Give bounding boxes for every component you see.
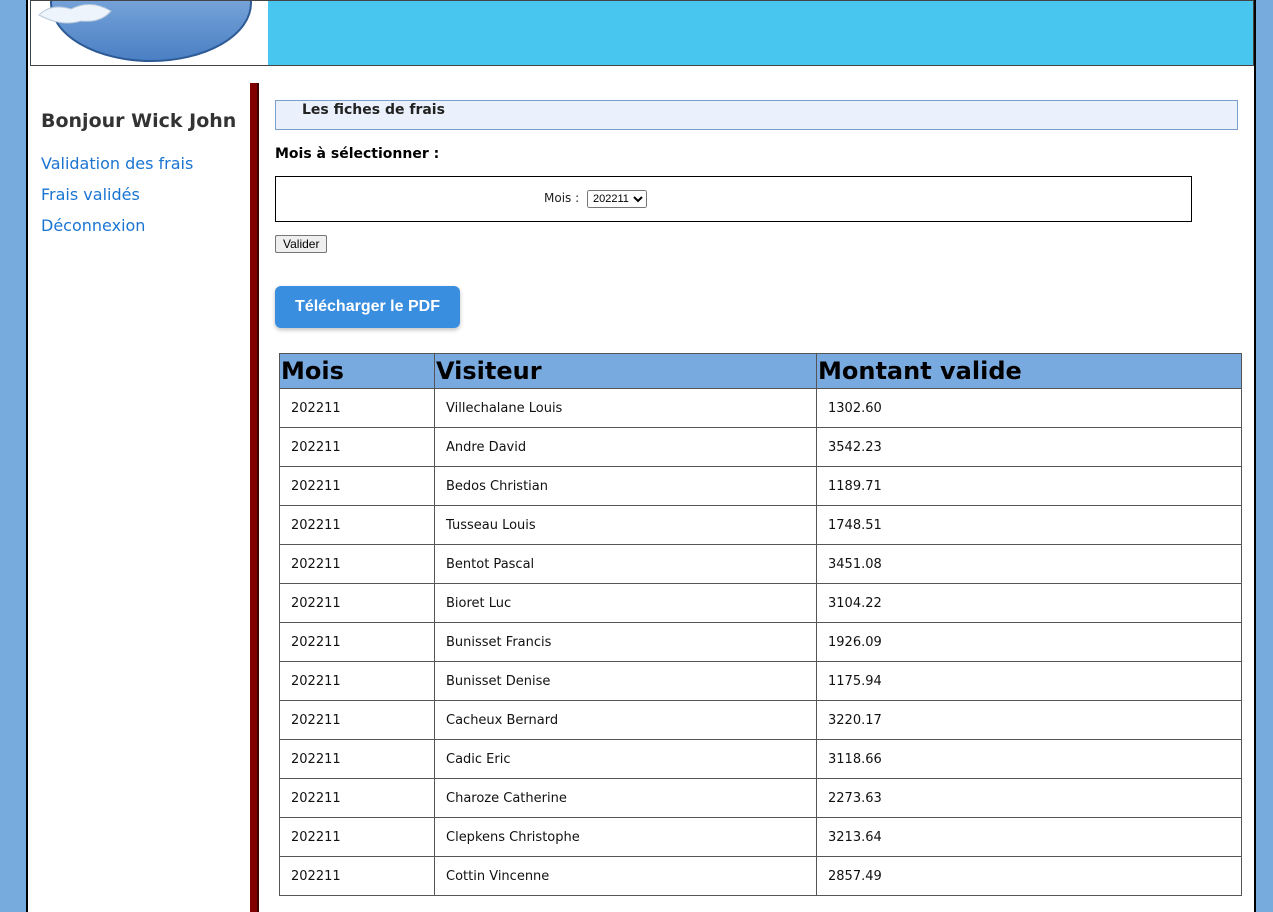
cell-visiteur: Charoze Catherine — [434, 778, 817, 818]
cell-montant: 2857.49 — [816, 856, 1242, 896]
nav-deconnexion[interactable]: Déconnexion — [41, 215, 241, 236]
table-row: 202211 Andre David 3542.23 — [279, 427, 1242, 467]
frais-table: Mois Visiteur Montant valide 202211 Ville… — [279, 353, 1242, 896]
nav-frais-valides[interactable]: Frais validés — [41, 184, 241, 205]
cell-visiteur: Villechalane Louis — [434, 388, 817, 428]
cell-mois: 202211 — [279, 544, 435, 584]
cell-montant: 3213.64 — [816, 817, 1242, 857]
cell-mois: 202211 — [279, 583, 435, 623]
cell-montant: 3451.08 — [816, 544, 1242, 584]
table-row: 202211 Bedos Christian 1189.71 — [279, 466, 1242, 506]
table-row: 202211 Cacheux Bernard 3220.17 — [279, 700, 1242, 740]
cell-visiteur: Cacheux Bernard — [434, 700, 817, 740]
cell-visiteur: Cottin Vincenne — [434, 856, 817, 896]
table-row: 202211 Cottin Vincenne 2857.49 — [279, 856, 1242, 896]
header-montant: Montant valide — [816, 353, 1242, 389]
cell-montant: 1748.51 — [816, 505, 1242, 545]
cell-mois: 202211 — [279, 388, 435, 428]
logo-graphic — [38, 1, 252, 62]
cell-mois: 202211 — [279, 427, 435, 467]
table-row: 202211 Clepkens Christophe 3213.64 — [279, 817, 1242, 857]
cell-montant: 1302.60 — [816, 388, 1242, 428]
valider-button[interactable]: Valider — [275, 235, 328, 253]
cell-montant: 1189.71 — [816, 466, 1242, 506]
table-row: 202211 Bioret Luc 3104.22 — [279, 583, 1242, 623]
cell-visiteur: Bentot Pascal — [434, 544, 817, 584]
cell-mois: 202211 — [279, 661, 435, 701]
section-title: Les fiches de frais — [275, 100, 1238, 130]
cell-visiteur: Tusseau Louis — [434, 505, 817, 545]
table-row: 202211 Bentot Pascal 3451.08 — [279, 544, 1242, 584]
cell-montant: 3220.17 — [816, 700, 1242, 740]
vertical-divider — [250, 83, 259, 912]
table-row: 202211 Tusseau Louis 1748.51 — [279, 505, 1242, 545]
cell-montant: 1926.09 — [816, 622, 1242, 662]
cell-visiteur: Bedos Christian — [434, 466, 817, 506]
cell-mois: 202211 — [279, 505, 435, 545]
cell-visiteur: Bioret Luc — [434, 583, 817, 623]
cell-mois: 202211 — [279, 778, 435, 818]
cell-visiteur: Bunisset Francis — [434, 622, 817, 662]
download-pdf-button[interactable]: Télécharger le PDF — [275, 286, 460, 328]
cell-visiteur: Cadic Eric — [434, 739, 817, 779]
month-field: Mois : 202211 — [544, 190, 647, 208]
month-select-label: Mois à sélectionner : — [275, 146, 440, 162]
main-content: Les fiches de frais Mois à sélectionner … — [275, 100, 1245, 328]
header-banner — [30, 0, 1254, 66]
cell-visiteur: Clepkens Christophe — [434, 817, 817, 857]
month-select[interactable]: 202211 — [586, 190, 647, 208]
cell-montant: 3542.23 — [816, 427, 1242, 467]
header-visiteur: Visiteur — [434, 353, 817, 389]
cell-mois: 202211 — [279, 856, 435, 896]
greeting-text: Bonjour Wick John — [41, 110, 237, 132]
table-body: 202211 Villechalane Louis 1302.60 202211 And… — [279, 388, 1242, 896]
cell-mois: 202211 — [279, 466, 435, 506]
table-row: 202211 Charoze Catherine 2273.63 — [279, 778, 1242, 818]
table-row: 202211 Villechalane Louis 1302.60 — [279, 388, 1242, 428]
table-row: 202211 Cadic Eric 3118.66 — [279, 739, 1242, 779]
cell-montant: 3118.66 — [816, 739, 1242, 779]
month-field-label: Mois : — [544, 191, 580, 205]
cell-montant: 3104.22 — [816, 583, 1242, 623]
table-header-row: Mois Visiteur Montant valide — [279, 353, 1242, 389]
cell-mois: 202211 — [279, 622, 435, 662]
table-row: 202211 Bunisset Denise 1175.94 — [279, 661, 1242, 701]
cell-mois: 202211 — [279, 700, 435, 740]
cell-mois: 202211 — [279, 739, 435, 779]
cell-montant: 1175.94 — [816, 661, 1242, 701]
sidebar: Bonjour Wick John Validation des frais F… — [41, 110, 241, 246]
month-selection-box: Mois : 202211 — [275, 176, 1192, 222]
cell-visiteur: Bunisset Denise — [434, 661, 817, 701]
cell-montant: 2273.63 — [816, 778, 1242, 818]
nav-validation-des-frais[interactable]: Validation des frais — [41, 153, 241, 174]
page: Bonjour Wick John Validation des frais F… — [26, 0, 1256, 912]
logo — [31, 1, 268, 65]
table-row: 202211 Bunisset Francis 1926.09 — [279, 622, 1242, 662]
header-mois: Mois — [279, 353, 435, 389]
cell-mois: 202211 — [279, 817, 435, 857]
cell-visiteur: Andre David — [434, 427, 817, 467]
